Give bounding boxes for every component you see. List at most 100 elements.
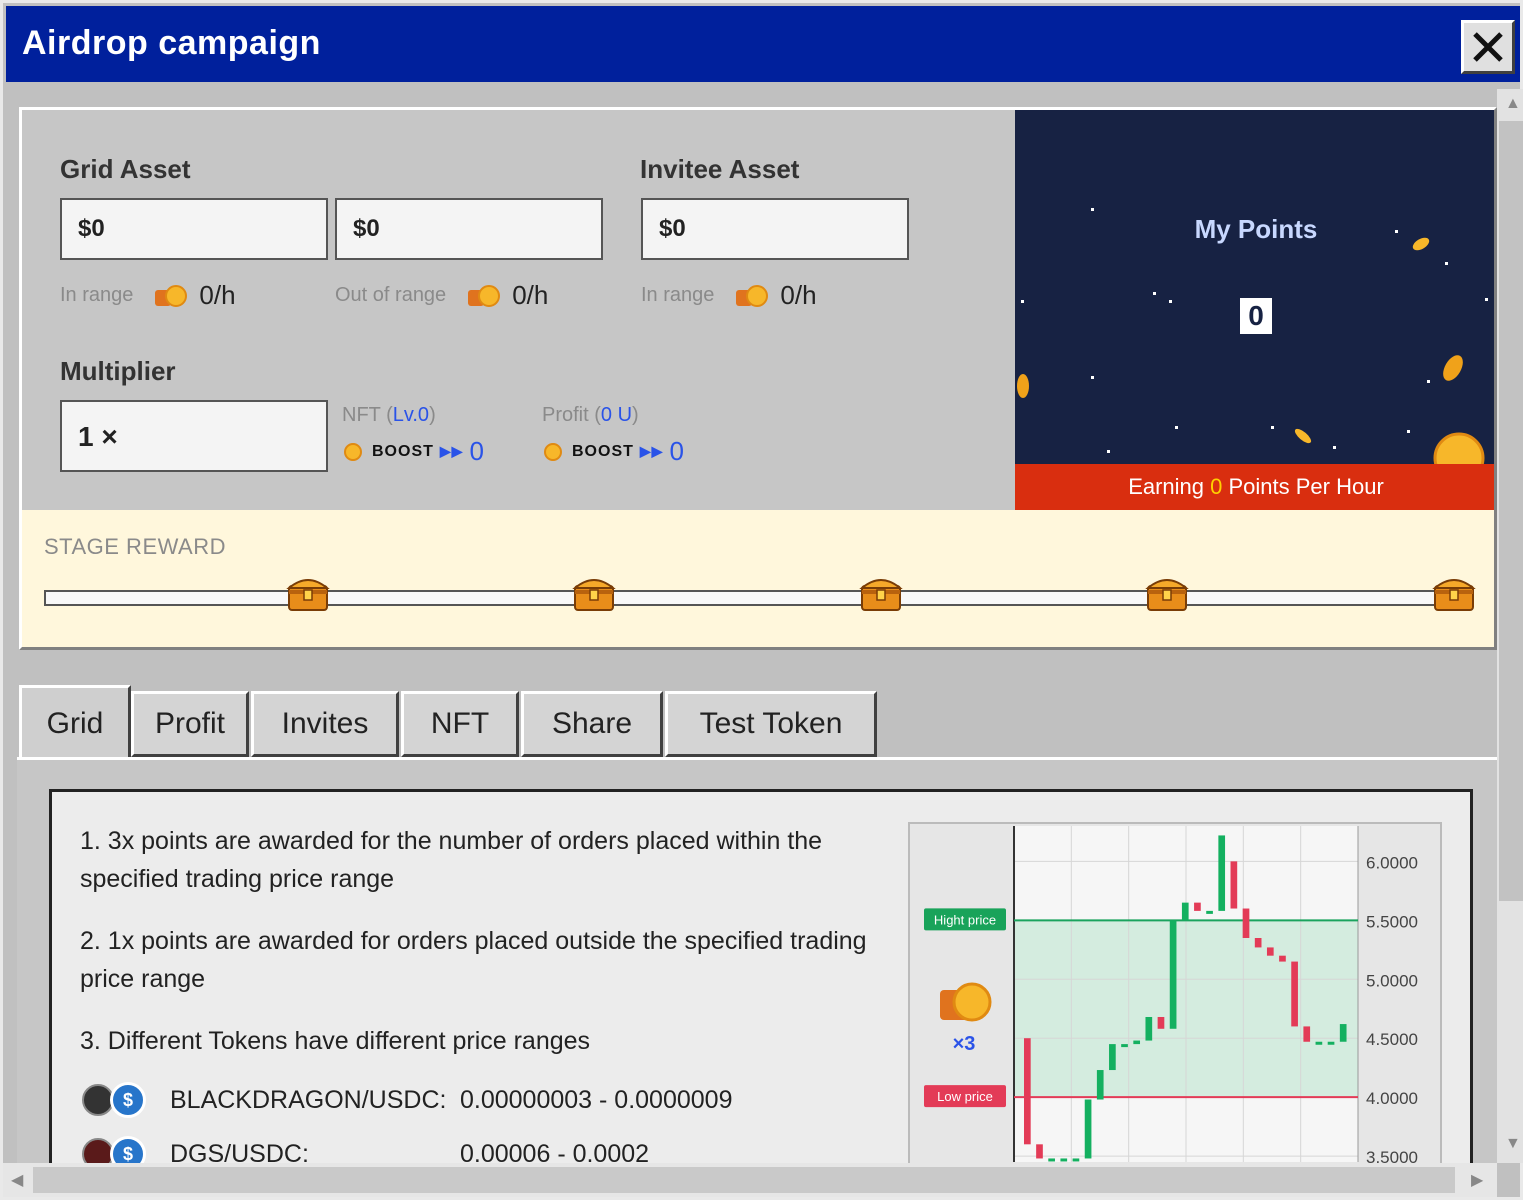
candle bbox=[1096, 1070, 1104, 1100]
coin-icon bbox=[544, 442, 562, 461]
multiplier-label: Multiplier bbox=[60, 356, 176, 386]
tab-share[interactable]: Share bbox=[521, 691, 663, 757]
rule-2: 2. 1x points are awarded for orders plac… bbox=[80, 927, 867, 993]
scroll-right-icon[interactable]: ▶ bbox=[1471, 1170, 1483, 1190]
invitee-rate-value: 0/h bbox=[780, 280, 817, 310]
high-price-label: Hight price bbox=[934, 912, 996, 927]
treasure-chest-icon[interactable] bbox=[1432, 572, 1476, 614]
profit-amount: 0 U bbox=[600, 404, 633, 426]
invitee-caption: In range bbox=[641, 284, 715, 306]
invitee-asset-label: Invitee Asset bbox=[640, 154, 800, 184]
grid-asset-label: Grid Asset bbox=[60, 154, 191, 184]
earning-banner: Earning 0 Points Per Hour bbox=[1015, 464, 1494, 510]
token-range: 0.00000003 - 0.0000009 bbox=[460, 1085, 733, 1114]
candle bbox=[1109, 1044, 1116, 1071]
stage-reward-label: STAGE REWARD bbox=[44, 534, 227, 559]
boost-label: BOOST bbox=[572, 442, 634, 460]
vertical-scroll-thumb[interactable] bbox=[1499, 121, 1523, 901]
candle bbox=[1242, 908, 1250, 938]
window-title: Airdrop campaign bbox=[22, 24, 321, 62]
treasure-chest-icon[interactable] bbox=[286, 572, 330, 614]
title-bar[interactable]: Airdrop campaign bbox=[6, 6, 1520, 82]
candle bbox=[1266, 947, 1274, 956]
multiplier-value: 1 × bbox=[60, 400, 328, 472]
nft-boost-caption: NFT (Lv.0) bbox=[342, 404, 436, 427]
candle bbox=[1254, 938, 1262, 948]
candle bbox=[1206, 910, 1213, 914]
rule-3: 3. Different Tokens have different price… bbox=[80, 1027, 591, 1055]
grid-in-range-value: $0 bbox=[60, 198, 328, 260]
token-pair: BLACKDRAGON/USDC: bbox=[170, 1085, 447, 1114]
grid-out-range-value: $0 bbox=[335, 198, 603, 260]
profit-boost: BOOST ▶▶ 0 bbox=[544, 436, 685, 467]
candle bbox=[1145, 1016, 1153, 1041]
nft-prefix: NFT ( bbox=[342, 404, 393, 426]
scroll-down-icon[interactable]: ▼ bbox=[1505, 1135, 1521, 1153]
nft-boost: BOOST ▶▶ 0 bbox=[344, 436, 485, 467]
treasure-chest-icon[interactable] bbox=[1145, 572, 1189, 614]
grid-rules-box: 1. 3x points are awarded for the number … bbox=[49, 789, 1473, 1163]
profit-boost-caption: Profit (0 U) bbox=[542, 404, 639, 427]
coin-icon bbox=[468, 284, 502, 308]
my-points-panel: My Points 0 bbox=[1015, 110, 1494, 510]
earning-prefix: Earning bbox=[1128, 474, 1211, 499]
grid-out-rate-value: 0/h bbox=[512, 280, 549, 310]
nft-boost-value: 0 bbox=[469, 436, 485, 466]
boost-label: BOOST bbox=[372, 442, 434, 460]
grid-in-rate-value: 0/h bbox=[199, 280, 236, 310]
candle bbox=[1133, 1040, 1141, 1045]
treasure-chest-icon[interactable] bbox=[859, 572, 903, 614]
candle bbox=[1279, 955, 1286, 962]
my-points-value: 0 bbox=[1240, 298, 1272, 334]
tab-nft[interactable]: NFT bbox=[401, 691, 519, 757]
token-row: $ DGS/USDC: 0.00006 - 0.0002 bbox=[82, 1136, 649, 1163]
falling-coin-icon bbox=[1017, 237, 1485, 484]
my-points-value-wrap: 0 bbox=[1015, 298, 1494, 334]
coin-icon bbox=[155, 284, 189, 308]
earning-suffix: Points Per Hour bbox=[1222, 474, 1384, 499]
close-button[interactable] bbox=[1461, 20, 1515, 74]
treasure-chest-icon[interactable] bbox=[572, 572, 616, 614]
grid-out-range-caption: Out of range bbox=[335, 284, 447, 306]
airdrop-window: Airdrop campaign Grid Asset Invitee Asse… bbox=[0, 0, 1523, 1200]
candle bbox=[1218, 835, 1226, 911]
vertical-scrollbar[interactable]: ▲ ▼ bbox=[1497, 89, 1523, 1163]
nft-level: Lv.0 bbox=[392, 404, 430, 426]
token-row: $ BLACKDRAGON/USDC: 0.00000003 - 0.00000… bbox=[82, 1082, 732, 1118]
nft-suffix: ) bbox=[429, 404, 436, 426]
scroll-left-icon[interactable]: ◀ bbox=[11, 1170, 23, 1190]
tab-test-token[interactable]: Test Token bbox=[665, 691, 877, 757]
candle bbox=[1024, 1038, 1031, 1145]
candle bbox=[1303, 1026, 1311, 1042]
double-arrow-icon: ▶▶ bbox=[639, 443, 664, 459]
tab-profit[interactable]: Profit bbox=[131, 691, 249, 757]
earning-value: 0 bbox=[1210, 474, 1223, 499]
tab-grid[interactable]: Grid bbox=[19, 685, 131, 759]
stage-reward-section: STAGE REWARD bbox=[22, 510, 1494, 647]
asset-area: Grid Asset Invitee Asset $0 $0 $0 In ran… bbox=[22, 110, 1015, 510]
y-tick-label: 6.0000 bbox=[1366, 853, 1418, 872]
coin-icon bbox=[736, 284, 770, 308]
y-tick-label: 4.0000 bbox=[1366, 1089, 1418, 1108]
y-tick-label: 3.5000 bbox=[1366, 1148, 1418, 1163]
tab-invites[interactable]: Invites bbox=[251, 691, 399, 757]
close-icon bbox=[1473, 32, 1503, 62]
double-arrow-icon: ▶▶ bbox=[439, 443, 464, 459]
price-range-chart: 6.0000 5.5000 5.0000 4.5000 4.0000 3.5000 High… bbox=[908, 822, 1442, 1163]
y-tick-label: 5.5000 bbox=[1366, 912, 1418, 931]
horizontal-scroll-thumb[interactable] bbox=[33, 1167, 1455, 1193]
coin-icon bbox=[952, 982, 992, 1022]
horizontal-scrollbar[interactable]: ◀ ▶ bbox=[3, 1163, 1497, 1197]
candle bbox=[1291, 961, 1298, 1027]
candle bbox=[1072, 1158, 1080, 1162]
candle bbox=[1036, 1144, 1043, 1159]
invitee-value: $0 bbox=[641, 198, 909, 260]
coin-icon bbox=[344, 442, 362, 461]
grid-in-range-rate: In range 0/h bbox=[60, 280, 236, 311]
profit-suffix: ) bbox=[632, 404, 639, 426]
rule-1: 1. 3x points are awarded for the number … bbox=[80, 827, 823, 893]
scroll-up-icon[interactable]: ▲ bbox=[1505, 95, 1521, 113]
candle bbox=[1060, 1158, 1068, 1162]
y-tick-label: 5.0000 bbox=[1366, 971, 1418, 990]
candle bbox=[1121, 1044, 1128, 1048]
